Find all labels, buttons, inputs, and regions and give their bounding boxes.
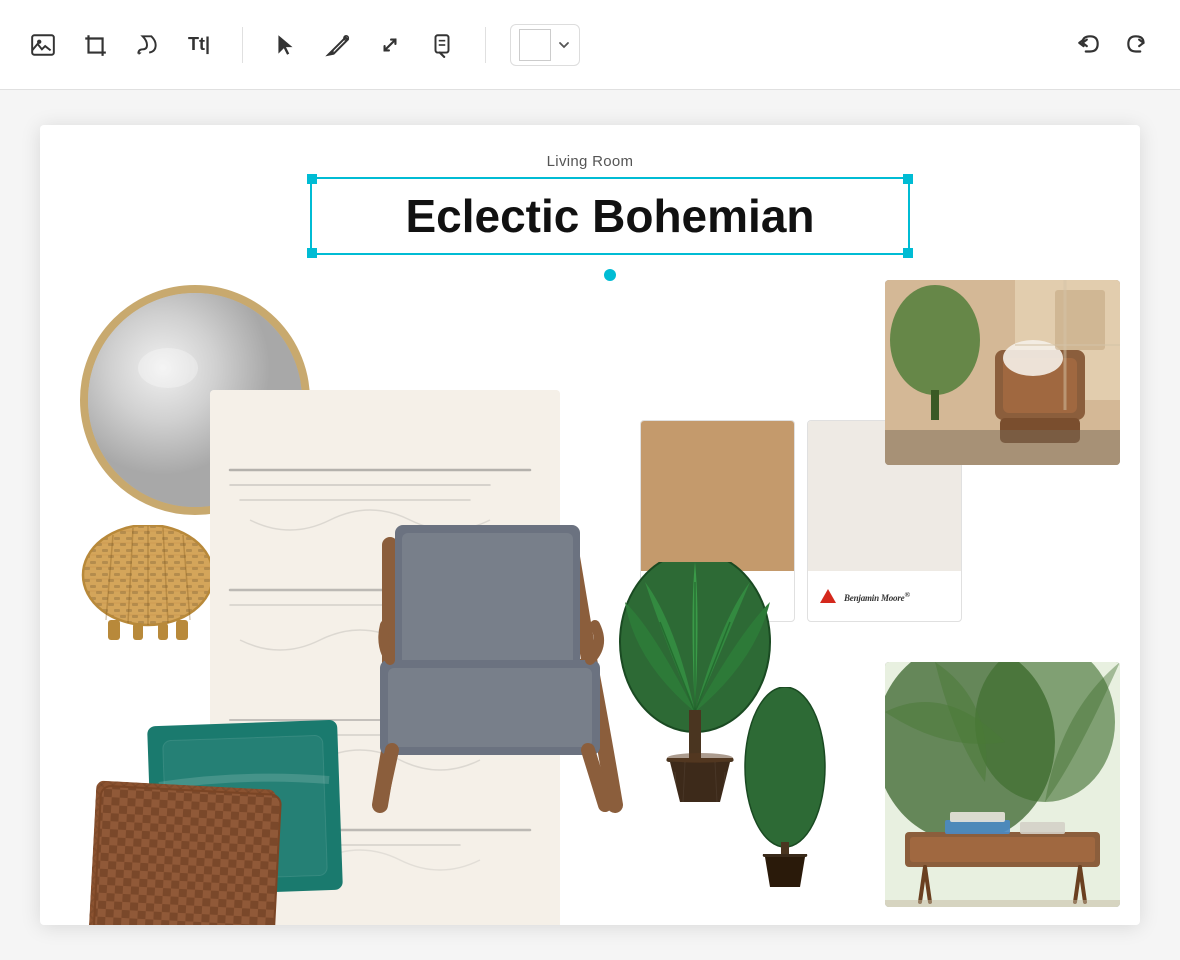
bm-triangle-icon (820, 589, 836, 603)
image-tool-button[interactable] (24, 26, 62, 64)
highlight-icon (429, 32, 455, 58)
handle-top-right[interactable] (903, 174, 913, 184)
redo-icon (1124, 32, 1150, 58)
toolbar: Tt| (0, 0, 1180, 90)
main-title: Eclectic Bohemian (332, 189, 888, 243)
rattan-basket-element[interactable] (78, 525, 208, 635)
highlight-tool-button[interactable] (423, 26, 461, 64)
color-picker-button[interactable] (510, 24, 580, 66)
pen-icon (325, 32, 351, 58)
text-icon: Tt| (188, 34, 210, 55)
rattan-basket-svg (78, 525, 218, 645)
photo-bottom-right-svg (885, 662, 1120, 907)
undo-icon (1076, 32, 1102, 58)
crop-tool-button[interactable] (76, 26, 114, 64)
bm-logo (820, 589, 836, 603)
moodboard: Living Room Eclectic Bohemian (40, 125, 1140, 925)
crop-icon (82, 32, 108, 58)
toolbar-left-group: Tt| (24, 26, 218, 64)
color-swatch (519, 29, 551, 61)
brown-pillow-element[interactable] (88, 780, 277, 925)
swatch-footer-bm: Benjamin Moore® (808, 571, 961, 621)
resize-icon (377, 32, 403, 58)
main-title-box: Eclectic Bohemian (310, 177, 910, 255)
select-icon (273, 32, 299, 58)
photo-top-right[interactable] (885, 280, 1120, 465)
pen-tool-button[interactable] (319, 26, 357, 64)
photo-bottom-right[interactable] (885, 662, 1120, 907)
handle-bottom-center[interactable] (604, 269, 616, 281)
small-plant-element[interactable] (740, 687, 830, 907)
undo-button[interactable] (1070, 26, 1108, 64)
swatch-color-sw (641, 421, 794, 571)
canvas-area: Living Room Eclectic Bohemian (0, 90, 1180, 960)
room-label: Living Room (547, 153, 634, 170)
small-plant-svg (740, 687, 830, 907)
brown-pillow-svg (87, 780, 286, 925)
toolbar-divider-1 (242, 27, 243, 63)
paint-icon (134, 32, 160, 58)
handle-top-left[interactable] (307, 174, 317, 184)
select-tool-button[interactable] (267, 26, 305, 64)
redo-button[interactable] (1118, 26, 1156, 64)
chevron-down-icon (557, 38, 571, 52)
toolbar-middle-group (267, 26, 461, 64)
image-icon (30, 32, 56, 58)
app-container: Tt| (0, 0, 1180, 960)
toolbar-divider-2 (485, 27, 486, 63)
bm-brand-text: Benjamin Moore® (844, 590, 910, 603)
chair-element[interactable] (350, 465, 640, 805)
toolbar-right-group (1070, 26, 1156, 64)
handle-bottom-right[interactable] (903, 248, 913, 258)
text-tool-button[interactable]: Tt| (180, 26, 218, 64)
handle-bottom-left[interactable] (307, 248, 317, 258)
resize-tool-button[interactable] (371, 26, 409, 64)
main-title-wrapper[interactable]: Eclectic Bohemian (310, 177, 910, 255)
photo-top-right-svg (885, 280, 1120, 465)
paint-tool-button[interactable] (128, 26, 166, 64)
